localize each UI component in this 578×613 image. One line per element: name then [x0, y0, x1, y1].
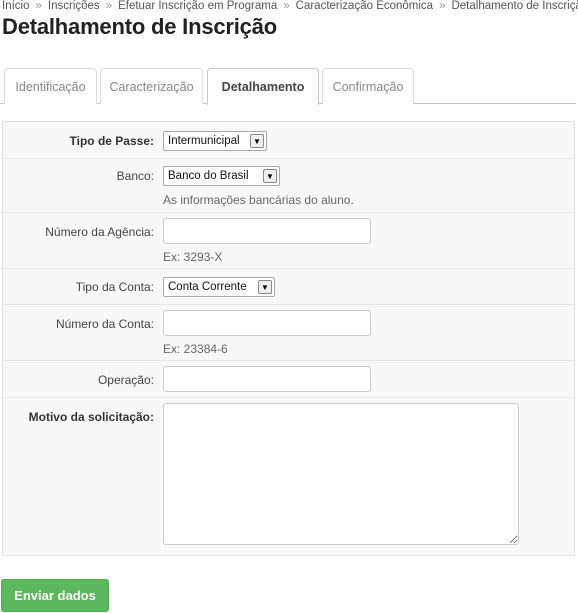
breadcrumb-item-inicio[interactable]: Início [2, 0, 30, 12]
row-banco: Banco: Banco do Brasil ▼ As informações … [3, 159, 574, 213]
agencia-label: Número da Agência: [45, 225, 154, 239]
breadcrumb-separator: » [283, 0, 290, 12]
banco-help-text: As informações bancárias do aluno. [163, 193, 354, 207]
breadcrumb-item-inscricoes[interactable]: Inscrições [48, 0, 100, 12]
tab-detalhamento[interactable]: Detalhamento [207, 68, 319, 105]
chevron-down-icon: ▼ [258, 280, 272, 294]
breadcrumb-separator: » [439, 0, 446, 12]
tab-caracterizacao[interactable]: Caracterização [100, 68, 203, 104]
breadcrumb-item-efetuar-inscricao[interactable]: Efetuar Inscrição em Programa [118, 0, 277, 12]
breadcrumb-separator: » [105, 0, 113, 12]
page-title: Detalhamento de Inscrição [2, 14, 277, 39]
row-tipo-passe: Tipo de Passe: Intermunicipal ▼ [3, 122, 574, 159]
tab-bar: Identificação Caracterização Detalhament… [0, 68, 576, 105]
tab-confirmacao[interactable]: Confirmação [322, 68, 414, 104]
chevron-down-icon: ▼ [263, 169, 277, 183]
tipo-conta-value: Conta Corrente [168, 281, 247, 293]
numero-conta-help-text: Ex: 23384-6 [163, 342, 228, 356]
tipo-passe-label: Tipo de Passe: [69, 134, 154, 148]
operacao-input[interactable] [163, 366, 371, 392]
chevron-down-icon: ▼ [250, 134, 264, 148]
tipo-conta-select[interactable]: Conta Corrente ▼ [163, 277, 275, 297]
agencia-help-text: Ex: 3293-X [163, 250, 223, 264]
operacao-label: Operação: [97, 373, 154, 387]
agencia-input[interactable] [163, 218, 371, 244]
row-operacao: Operação: [3, 361, 574, 398]
row-numero-conta: Número da Conta: Ex: 23384-6 [3, 305, 574, 361]
numero-conta-label: Número da Conta: [55, 317, 154, 331]
row-agencia: Número da Agência: Ex: 3293-X [3, 213, 574, 269]
motivo-textarea[interactable] [163, 403, 519, 545]
tipo-conta-label: Tipo da Conta: [75, 280, 154, 294]
breadcrumb-item-current: Detalhamento de Inscrição [451, 0, 578, 12]
row-tipo-conta: Tipo da Conta: Conta Corrente ▼ [3, 269, 574, 305]
detalhamento-form: Tipo de Passe: Intermunicipal ▼ Banco: B… [2, 121, 575, 556]
banco-label: Banco: [116, 169, 154, 183]
tipo-passe-value: Intermunicipal [168, 135, 240, 147]
motivo-label: Motivo da solicitação: [28, 410, 154, 424]
enviar-dados-button[interactable]: Enviar dados [1, 579, 109, 612]
breadcrumb: Início » Inscrições » Efetuar Inscrição em P… [2, 0, 578, 13]
numero-conta-input[interactable] [163, 310, 371, 336]
banco-value: Banco do Brasil [168, 170, 249, 182]
banco-select[interactable]: Banco do Brasil ▼ [163, 166, 280, 186]
tab-identificacao[interactable]: Identificação [4, 68, 97, 104]
tipo-passe-select[interactable]: Intermunicipal ▼ [163, 131, 267, 151]
breadcrumb-separator: » [35, 0, 42, 12]
breadcrumb-item-caracterizacao[interactable]: Caracterização Econômica [296, 0, 433, 12]
